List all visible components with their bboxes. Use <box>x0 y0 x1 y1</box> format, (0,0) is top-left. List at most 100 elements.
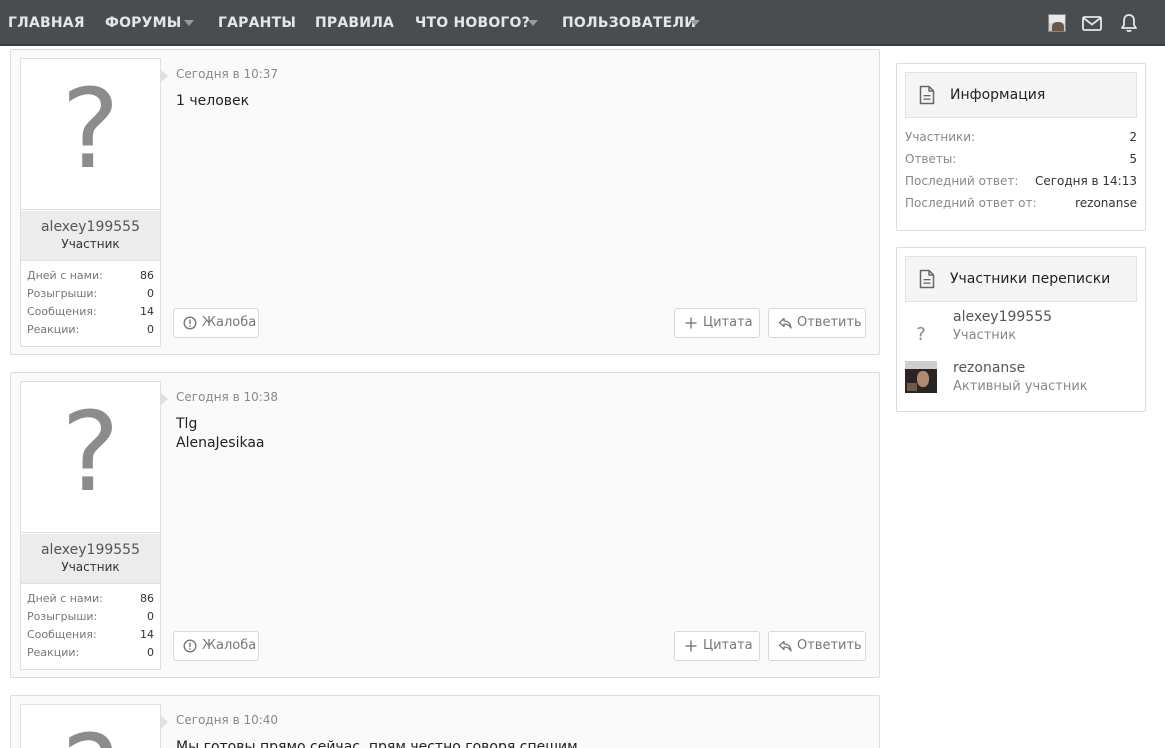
nav-item-users[interactable]: ПОЛЬЗОВАТЕЛИ <box>562 0 696 46</box>
stat-label: Дней с нами: <box>27 592 103 605</box>
users-dropdown-icon[interactable] <box>690 20 700 26</box>
avatar[interactable]: ? <box>905 319 937 351</box>
stat-value: 86 <box>140 269 154 282</box>
report-label: Жалоба <box>202 638 257 653</box>
post-body: Мы готовы прямо сейчас, прям честно гово… <box>176 738 578 748</box>
post-body: 1 человек <box>176 92 249 111</box>
post-message: ? alexey199555 Участник Дней с нами: 86 Р… <box>10 372 880 678</box>
info-value: 2 <box>1129 130 1137 144</box>
info-row: Ответы: 5 <box>905 151 1137 169</box>
document-icon <box>919 85 935 105</box>
reply-button[interactable]: Ответить <box>768 308 866 338</box>
user-stats: Дней с нами: 86 Розыгрыши: 0 Сообщения: 14 … <box>21 267 160 339</box>
info-row: Участники: 2 <box>905 129 1137 147</box>
stat-label: Розыгрыши: <box>27 287 98 300</box>
stat-value: 0 <box>147 646 154 659</box>
message-user-cell: ? alexey199555 Участник Дней с нами: 86 Р… <box>20 58 168 347</box>
participant-title: Участник <box>953 328 1017 343</box>
info-label: Последний ответ от: <box>905 196 1037 210</box>
post-message: ? alexey199555 Участник Дней с нами: 86 Р… <box>10 49 880 355</box>
stat-label: Сообщения: <box>27 305 97 318</box>
participant-title: Активный участник <box>953 379 1088 394</box>
username-link[interactable]: alexey199555 <box>21 542 160 558</box>
participant-item[interactable]: rezonanse Активный участник <box>905 360 1137 400</box>
stat-row: Розыгрыши: 0 <box>21 608 160 626</box>
nav-item-whats-new[interactable]: ЧТО НОВОГО? <box>415 0 530 46</box>
reply-button[interactable]: Ответить <box>768 631 866 661</box>
stat-row: Реакции: 0 <box>21 321 160 339</box>
user-stats: Дней с нами: 86 Розыгрыши: 0 Сообщения: 14 … <box>21 590 160 662</box>
info-value[interactable]: Сегодня в 14:13 <box>1035 174 1137 188</box>
plus-icon <box>685 640 697 652</box>
bell-icon[interactable] <box>1118 12 1140 34</box>
avatar[interactable] <box>905 361 937 393</box>
post-line: Мы готовы прямо сейчас, прям честно гово… <box>176 739 578 748</box>
user-title: Участник <box>61 560 120 574</box>
post-date-link[interactable]: Сегодня в 10:40 <box>176 713 278 727</box>
stat-value: 14 <box>140 305 154 318</box>
stat-label: Розыгрыши: <box>27 610 98 623</box>
report-button[interactable]: Жалоба <box>173 308 259 338</box>
user-avatar-icon[interactable] <box>1048 14 1066 32</box>
info-value[interactable]: rezonanse <box>1075 196 1137 210</box>
avatar[interactable]: ? <box>21 59 168 210</box>
info-label: Ответы: <box>905 152 957 166</box>
stat-row: Дней с нами: 86 <box>21 590 160 608</box>
participant-name[interactable]: alexey199555 <box>953 309 1052 325</box>
nav-item-forums[interactable]: ФОРУМЫ <box>105 0 181 46</box>
participants-block: Участники переписки ? alexey199555 Участ… <box>896 247 1146 412</box>
quote-button[interactable]: Цитата <box>674 308 760 338</box>
avatar[interactable]: ? <box>21 705 168 748</box>
reply-label: Ответить <box>797 638 862 653</box>
thread-info-block: Информация Участники: 2 Ответы: 5 Последни… <box>896 63 1146 231</box>
thread-info-header: Информация <box>905 72 1137 118</box>
stat-value: 0 <box>147 323 154 336</box>
stat-value: 14 <box>140 628 154 641</box>
info-value: 5 <box>1129 152 1137 166</box>
stat-value: 86 <box>140 592 154 605</box>
quote-button[interactable]: Цитата <box>674 631 760 661</box>
participant-name[interactable]: rezonanse <box>953 360 1025 376</box>
forums-dropdown-icon[interactable] <box>184 20 194 26</box>
post-message: ? Сегодня в 10:40 Мы готовы прямо сейчас… <box>10 695 880 748</box>
report-label: Жалоба <box>202 315 257 330</box>
stat-label: Реакции: <box>27 323 80 336</box>
stat-label: Реакции: <box>27 646 80 659</box>
stat-label: Дней с нами: <box>27 269 103 282</box>
stat-label: Сообщения: <box>27 628 97 641</box>
post-date-link[interactable]: Сегодня в 10:38 <box>176 390 278 404</box>
info-row: Последний ответ от: rezonanse <box>905 195 1137 213</box>
stat-row: Розыгрыши: 0 <box>21 285 160 303</box>
user-name-box: alexey199555 Участник <box>21 534 160 584</box>
post-line: AlenaJesikaa <box>176 435 265 451</box>
avatar[interactable]: ? <box>21 382 168 533</box>
alert-circle-icon <box>183 316 197 330</box>
message-user-cell: ? <box>20 704 168 748</box>
nav-item-home[interactable]: ГЛАВНАЯ <box>8 0 85 46</box>
participants-title: Участники переписки <box>950 271 1111 287</box>
username-link[interactable]: alexey199555 <box>21 219 160 235</box>
reply-label: Ответить <box>797 315 862 330</box>
document-icon <box>919 269 935 289</box>
post-date-link[interactable]: Сегодня в 10:37 <box>176 67 278 81</box>
quote-label: Цитата <box>703 638 753 653</box>
stat-row: Сообщения: 14 <box>21 626 160 644</box>
stat-row: Дней с нами: 86 <box>21 267 160 285</box>
envelope-icon[interactable] <box>1081 12 1103 34</box>
post-line: 1 человек <box>176 93 250 109</box>
info-row: Последний ответ: Сегодня в 14:13 <box>905 173 1137 191</box>
reply-arrow-icon <box>778 317 792 329</box>
stat-row: Реакции: 0 <box>21 644 160 662</box>
whats-new-dropdown-icon[interactable] <box>528 20 538 26</box>
participants-header: Участники переписки <box>905 256 1137 302</box>
post-body: Tlg AlenaJesikaa <box>176 415 264 453</box>
alert-circle-icon <box>183 639 197 653</box>
report-button[interactable]: Жалоба <box>173 631 259 661</box>
stat-value: 0 <box>147 610 154 623</box>
info-label: Последний ответ: <box>905 174 1019 188</box>
stat-row: Сообщения: 14 <box>21 303 160 321</box>
participant-item[interactable]: ? alexey199555 Участник <box>905 309 1137 349</box>
stat-value: 0 <box>147 287 154 300</box>
nav-item-guarantors[interactable]: ГАРАНТЫ <box>218 0 296 46</box>
nav-item-rules[interactable]: ПРАВИЛА <box>315 0 394 46</box>
